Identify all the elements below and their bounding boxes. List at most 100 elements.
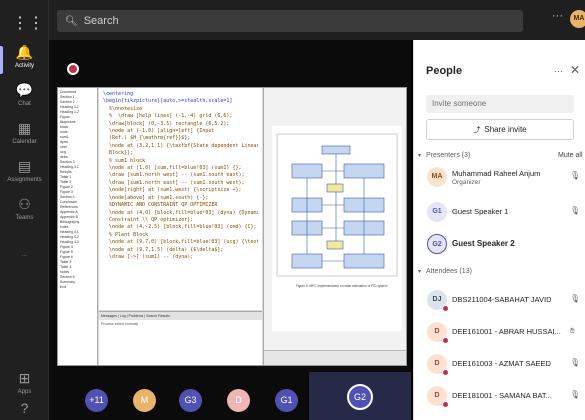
code-line: (Ref.) $H_{\mathrm{ref}}$}; [103, 135, 191, 142]
recording-indicator [67, 63, 79, 75]
code-editor: \centering \begin{tikzpicture}[auto,>=ste… [99, 88, 262, 310]
log-line: Process exited normally [101, 322, 139, 326]
participant-avatar[interactable]: G3 [179, 389, 202, 412]
presenter-row[interactable]: G2 Guest Speaker 2 [414, 232, 585, 256]
more-apps-icon [0, 232, 49, 252]
assignments-icon: ▤ [17, 158, 32, 174]
participant-avatar[interactable]: M [133, 389, 156, 412]
pdf-page: Figure 6: MPC implementation on state es… [272, 126, 402, 331]
structure-tree: Document Section 1 Section 2 Heading 1.1 Hea… [58, 88, 98, 365]
rail-item-calendar[interactable]: ▦ Calendar [0, 118, 49, 156]
avatar: D [427, 354, 449, 376]
code-line: % Plant Block [103, 231, 149, 238]
avatar: D [427, 322, 449, 344]
person-name: DEE161001 - ABRAR HUSSAI... [452, 327, 561, 336]
rail-label: Apps [17, 389, 32, 395]
avatar: DJ [427, 290, 449, 312]
attendee-row[interactable]: DJ DBS211004-SABAHAT JAVID 🎙︎ [414, 288, 585, 312]
top-bar: 🔍︎ Search ··· MA [49, 0, 585, 40]
mic-off-icon[interactable]: 🎙︎ [570, 206, 580, 215]
mic-off-icon[interactable]: 🎙︎ [570, 358, 580, 367]
attendee-row[interactable]: D DEE181001 - SAMANA BAT... 🎙︎ [414, 384, 585, 408]
participant-avatar[interactable]: +11 [85, 389, 108, 412]
presenters-header-label: Presenters (3) [426, 152, 471, 159]
log-tabs: Messages | Log | Problems | Search Resul… [99, 312, 262, 320]
people-panel: People ··· ✕ Invite someone ⤴ Share invit… [413, 40, 585, 420]
app-rail: ⋮⋮⋮ 🔔 Activity 💬 Chat ▦ Calendar ▤ Assignments ⚇… [0, 0, 60, 420]
panel-title: People [426, 65, 463, 77]
code-line: \node at (9.7,0) [block,fill=blue!03] (u… [109, 239, 258, 246]
avatar: G1 [427, 202, 447, 222]
user-avatar[interactable]: MA [570, 10, 585, 28]
search-icon: 🔍︎ [65, 16, 78, 27]
search-placeholder: Search [83, 15, 119, 27]
presenters-header[interactable]: ▾ Presenters (3) [418, 152, 470, 159]
participant-strip: G2 +11 M G3 D G1 [49, 372, 411, 420]
apps-icon: ⊞ [18, 370, 31, 386]
search-box[interactable]: 🔍︎ Search [57, 10, 523, 32]
code-line: \node at (1,0) [sum,fill=blue!03] (sum1)… [103, 165, 242, 172]
participant-avatar[interactable]: D [227, 389, 250, 412]
code-line: \node at (4,0) [block,fill=blue!03] (dyn… [103, 209, 258, 216]
hand-raised-icon[interactable]: ✋︎ [570, 326, 575, 336]
panel-more-icon[interactable]: ··· [554, 66, 563, 76]
rail-item-assignments[interactable]: ▤ Assignments [0, 156, 49, 194]
status-dot [442, 369, 449, 376]
code-line: %\nnotesize [103, 105, 143, 112]
mic-off-icon[interactable]: 🎙︎ [570, 171, 580, 180]
rail-item-[interactable]: ··· [0, 232, 49, 270]
code-text: \centering \begin{tikzpicture}[auto,>=ste… [103, 91, 258, 261]
more-options-icon[interactable]: ··· [552, 10, 563, 22]
tree-item: End [60, 285, 67, 289]
code-line: % sum1 block [103, 157, 146, 164]
rail-item-activity[interactable]: 🔔 Activity [0, 42, 49, 80]
person-name: DEE181001 - SAMANA BAT... [452, 391, 552, 400]
app-launcher-icon[interactable]: ⋮⋮⋮ [12, 12, 60, 36]
share-invite-label: Share invite [484, 125, 527, 134]
block-diagram [276, 133, 398, 277]
meeting-stage: Document Section 1 Section 2 Heading 1.1 Hea… [49, 40, 411, 420]
rail-item-chat[interactable]: 💬 Chat [0, 80, 49, 118]
mute-all-button[interactable]: Mute all [558, 152, 583, 159]
self-video-tile[interactable]: G2 [309, 372, 411, 420]
status-dot [442, 337, 449, 344]
person-name: Guest Speaker 2 [452, 239, 515, 248]
code-line: \node[right] at (sum1.west) {\scriptsize… [103, 187, 242, 194]
avatar: G2 [427, 234, 447, 254]
code-line: \centering [103, 91, 134, 97]
teams-icon: ⚇ [18, 196, 31, 212]
code-line: % \draw [help lines] (-1,-4) grid (6,6); [103, 113, 233, 120]
attendee-row[interactable]: D DEE161003 - AZMAT SAEED 🎙︎ [414, 352, 585, 376]
presenter-row[interactable]: MA Muhammad Raheel Anjum Organizer 🎙︎ [414, 165, 585, 189]
attendees-header[interactable]: ▾ Attendees (13) [418, 268, 472, 275]
person-name: Muhammad Raheel Anjum [452, 169, 541, 178]
attendees-header-label: Attendees (13) [426, 268, 472, 275]
invite-input[interactable]: Invite someone [426, 95, 574, 113]
chat-icon: 💬 [15, 82, 34, 98]
mic-off-icon[interactable]: 🎙︎ [570, 294, 580, 303]
rail-item-teams[interactable]: ⚇ Teams [0, 194, 49, 232]
avatar: D [427, 386, 449, 408]
bell-icon: 🔔 [15, 44, 34, 60]
pdf-viewer: Figure 6: MPC implementation on state es… [263, 88, 406, 365]
close-icon[interactable]: ✕ [570, 63, 580, 77]
rail-bottom-help[interactable]: ? [0, 398, 49, 420]
code-line: \draw [sum1.north west] -- (sum1.south e… [103, 172, 245, 179]
participant-avatar[interactable]: G1 [275, 389, 298, 412]
avatar: MA [427, 167, 447, 187]
pdf-toolbar [264, 350, 406, 365]
calendar-icon: ▦ [17, 120, 32, 136]
attendee-row[interactable]: D DEE161001 - ABRAR HUSSAI... ✋︎ [414, 320, 585, 344]
code-line: \node at (9.7,1.5) (delta) {$\delta$}; [103, 246, 224, 253]
code-line: \draw [sum1.north east] -- (sum1.south w… [103, 179, 245, 186]
share-invite-button[interactable]: ⤴ Share invite [426, 119, 574, 140]
self-avatar: G2 [347, 384, 373, 410]
chevron-down-icon: ▾ [418, 269, 422, 275]
code-line: \node[above] at (sum1.south) {-}; [103, 194, 209, 201]
presenter-row[interactable]: G1 Guest Speaker 1 🎙︎ [414, 200, 585, 224]
mic-off-icon[interactable]: 🎙︎ [570, 390, 580, 399]
person-role: Organizer [452, 179, 481, 186]
share-icon: ⤴ [473, 127, 481, 134]
person-name: Guest Speaker 1 [452, 207, 509, 216]
code-line: %DYNAMIC AND CONSTRAINT QP OPTIMIZER [103, 202, 218, 209]
